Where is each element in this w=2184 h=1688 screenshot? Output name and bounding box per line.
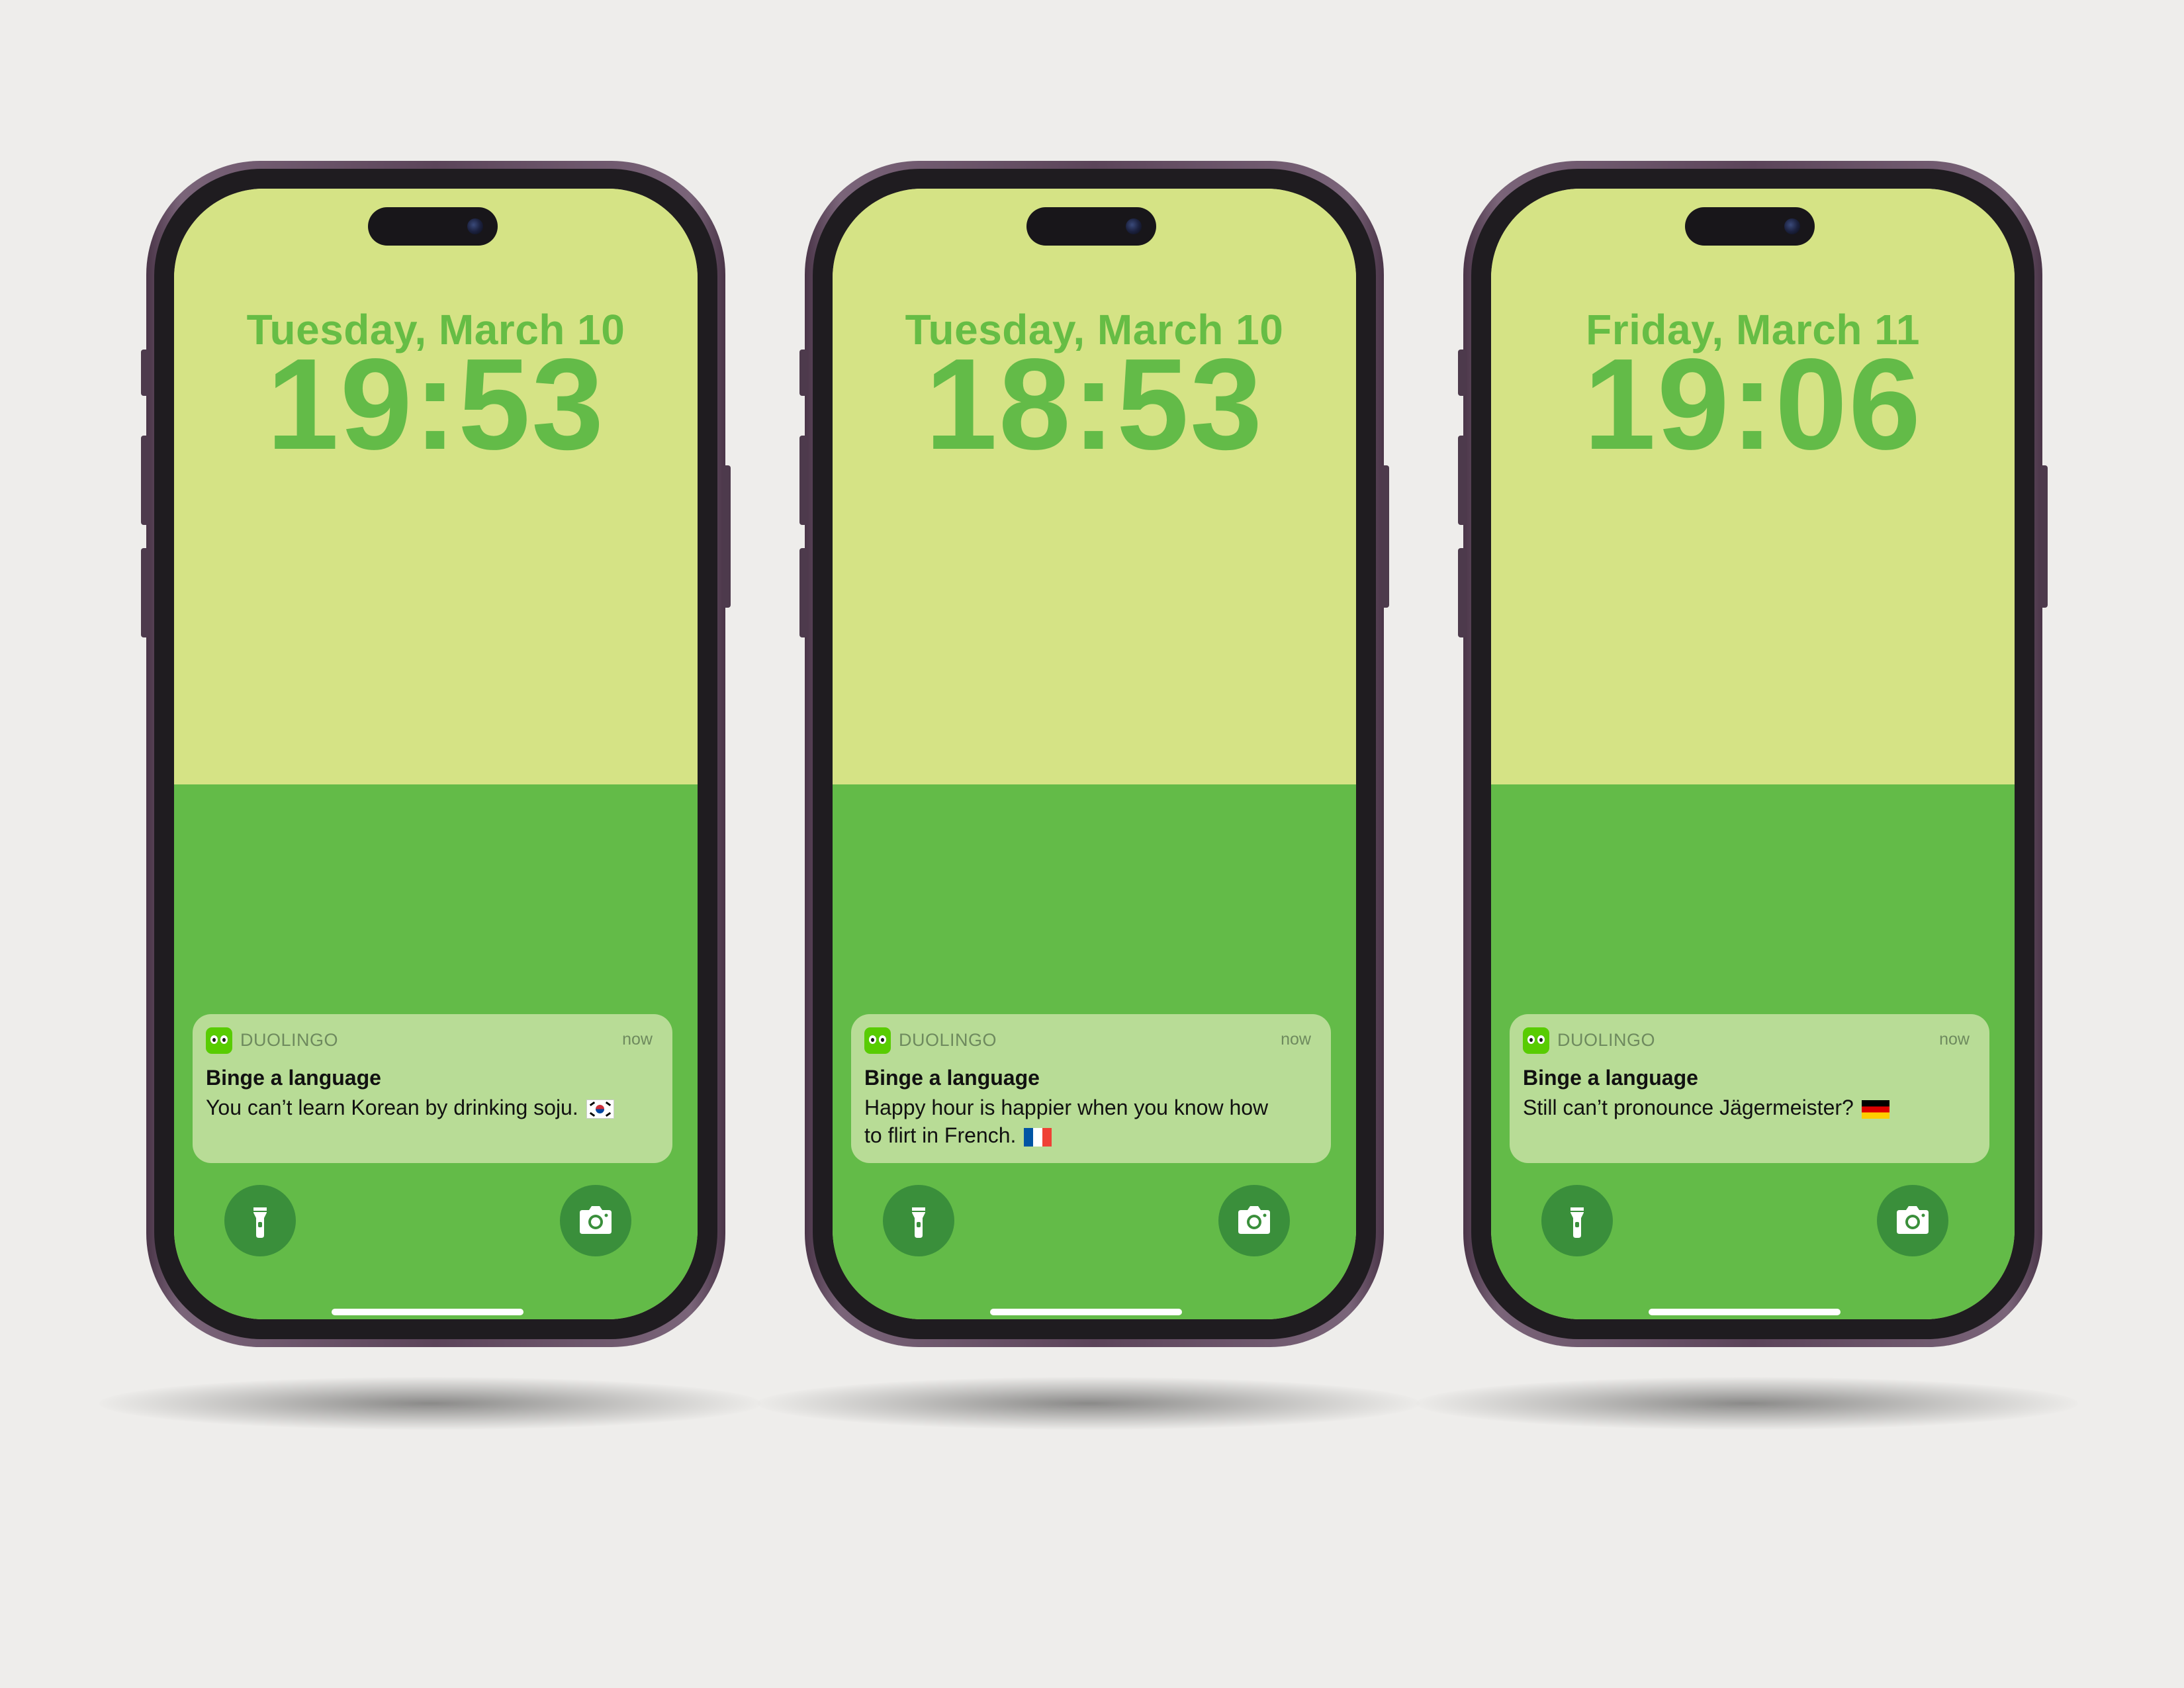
wallpaper-top xyxy=(174,189,698,784)
front-camera-icon xyxy=(1126,218,1142,234)
notification-timestamp: now xyxy=(622,1030,653,1049)
south-korea-flag-icon xyxy=(586,1100,614,1119)
camera-icon xyxy=(580,1206,612,1234)
action-button xyxy=(141,350,149,396)
notification-timestamp: now xyxy=(1281,1030,1311,1049)
phone-shadow xyxy=(99,1377,761,1430)
notification-title: Binge a language xyxy=(206,1066,381,1090)
notification-app-name: DUOLINGO xyxy=(1557,1030,1656,1050)
notification-body: You can’t learn Korean by drinking soju. xyxy=(206,1094,629,1121)
flashlight-button[interactable] xyxy=(224,1185,296,1256)
notification-app-name: DUOLINGO xyxy=(899,1030,997,1050)
volume-down-button xyxy=(799,548,807,637)
home-indicator[interactable] xyxy=(332,1309,523,1315)
flashlight-button[interactable] xyxy=(883,1185,954,1256)
dynamic-island xyxy=(1685,207,1815,246)
notification-body: Still can’t pronounce Jägermeister? xyxy=(1523,1094,1946,1121)
action-button xyxy=(1458,350,1466,396)
notification-card[interactable]: DUOLINGO now Binge a language Happy hour… xyxy=(851,1014,1331,1163)
camera-button[interactable] xyxy=(1218,1185,1290,1256)
flashlight-icon xyxy=(912,1207,925,1238)
phone-shadow xyxy=(758,1377,1420,1430)
home-indicator[interactable] xyxy=(990,1309,1182,1315)
front-camera-icon xyxy=(467,218,483,234)
wallpaper-top xyxy=(1491,189,2015,784)
power-button xyxy=(723,465,731,608)
flashlight-button[interactable] xyxy=(1541,1185,1613,1256)
duolingo-owl-icon xyxy=(1523,1027,1549,1054)
germany-flag-icon xyxy=(1861,1100,1889,1119)
notification-body-text: Happy hour is happier when you know how … xyxy=(864,1096,1269,1147)
notification-title: Binge a language xyxy=(864,1066,1040,1090)
flashlight-icon xyxy=(1570,1207,1584,1238)
duolingo-owl-icon xyxy=(864,1027,891,1054)
lock-screen: Tuesday, March 10 19:53 DUOLINGO now Bin… xyxy=(174,189,698,1319)
power-button xyxy=(2040,465,2048,608)
phone-3: Friday, March 11 19:06 DUOLINGO now Bing… xyxy=(1458,161,2048,1347)
notification-app-name: DUOLINGO xyxy=(240,1030,339,1050)
notification-body-text: Still can’t pronounce Jägermeister? xyxy=(1523,1096,1854,1119)
volume-up-button xyxy=(141,436,149,525)
france-flag-icon xyxy=(1024,1127,1052,1147)
camera-button[interactable] xyxy=(560,1185,631,1256)
lock-screen: Friday, March 11 19:06 DUOLINGO now Bing… xyxy=(1491,189,2015,1319)
notification-timestamp: now xyxy=(1939,1030,1970,1049)
wallpaper-top xyxy=(833,189,1356,784)
lock-screen: Tuesday, March 10 18:53 DUOLINGO now Bin… xyxy=(833,189,1356,1319)
camera-icon xyxy=(1897,1206,1929,1234)
volume-up-button xyxy=(799,436,807,525)
notification-title: Binge a language xyxy=(1523,1066,1698,1090)
power-button xyxy=(1381,465,1389,608)
camera-icon xyxy=(1238,1206,1270,1234)
notification-body: Happy hour is happier when you know how … xyxy=(864,1094,1288,1149)
camera-button[interactable] xyxy=(1877,1185,1948,1256)
lock-time: 19:53 xyxy=(266,332,606,477)
action-button xyxy=(799,350,807,396)
lock-time: 18:53 xyxy=(925,332,1264,477)
notification-card[interactable]: DUOLINGO now Binge a language You can’t … xyxy=(193,1014,672,1163)
phone-1: Tuesday, March 10 19:53 DUOLINGO now Bin… xyxy=(141,161,731,1347)
duolingo-owl-icon xyxy=(206,1027,232,1054)
home-indicator[interactable] xyxy=(1649,1309,1841,1315)
lock-time: 19:06 xyxy=(1583,332,1923,477)
notification-card[interactable]: DUOLINGO now Binge a language Still can’… xyxy=(1510,1014,1989,1163)
notification-body-text: You can’t learn Korean by drinking soju. xyxy=(206,1096,578,1119)
dynamic-island xyxy=(368,207,498,246)
dynamic-island xyxy=(1026,207,1156,246)
front-camera-icon xyxy=(1784,218,1800,234)
volume-up-button xyxy=(1458,436,1466,525)
volume-down-button xyxy=(141,548,149,637)
phone-2: Tuesday, March 10 18:53 DUOLINGO now Bin… xyxy=(799,161,1389,1347)
flashlight-icon xyxy=(253,1207,267,1238)
volume-down-button xyxy=(1458,548,1466,637)
phone-shadow xyxy=(1416,1377,2078,1430)
